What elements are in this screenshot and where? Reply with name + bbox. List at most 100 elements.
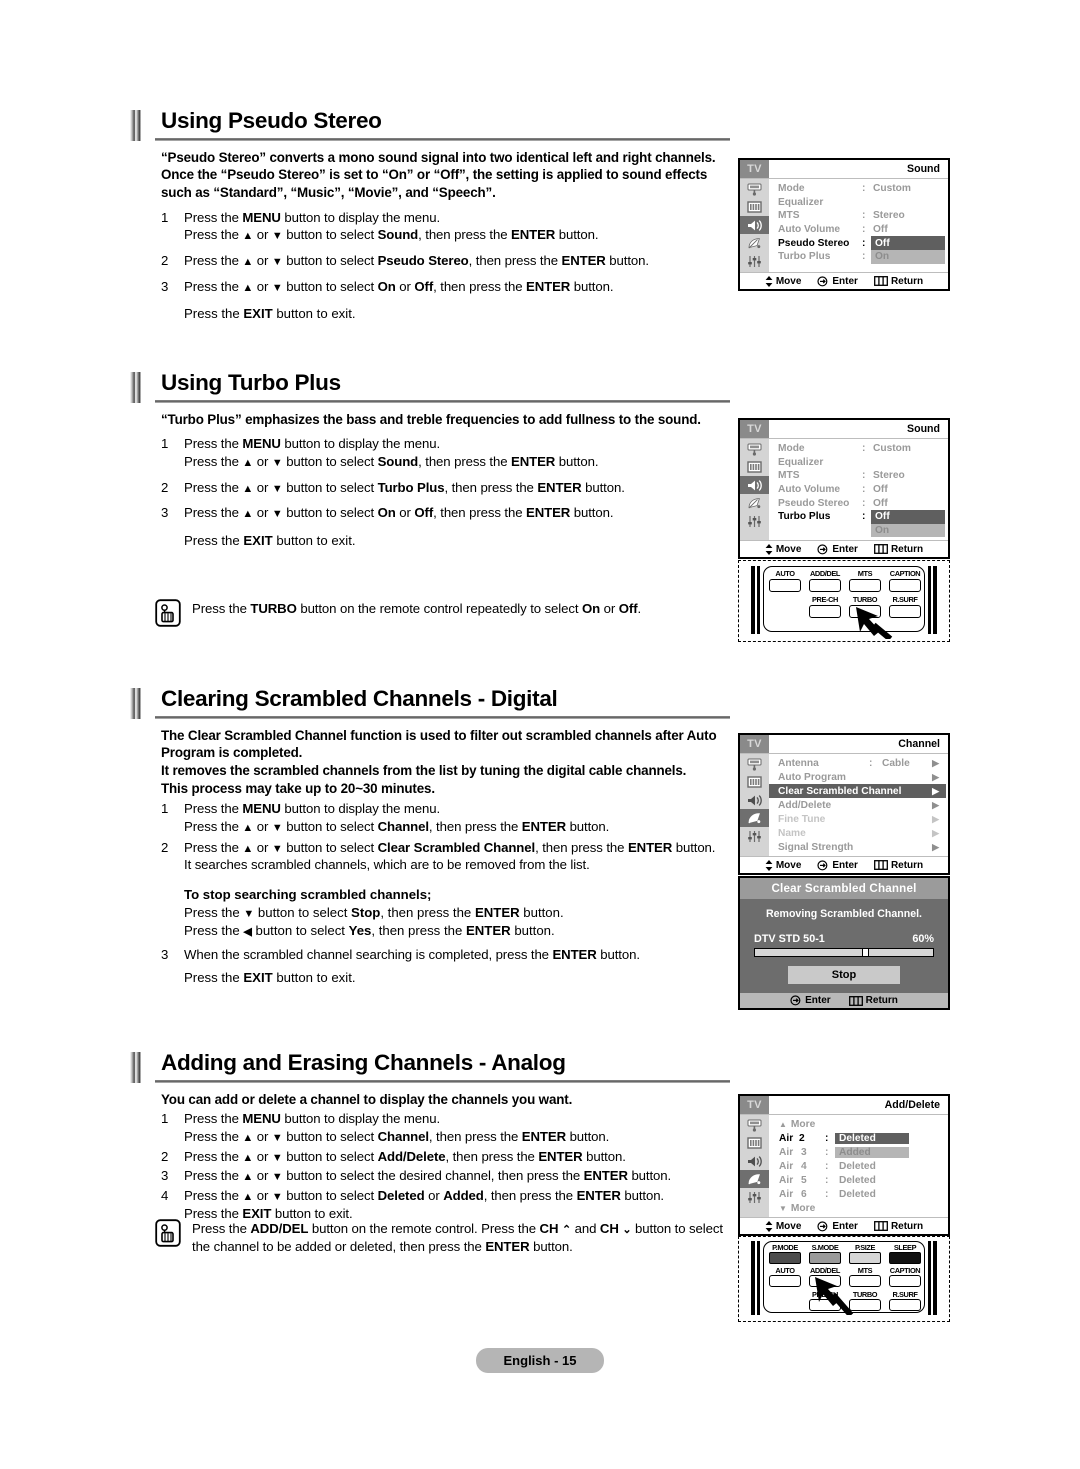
osd-row-label-selected[interactable]: Clear Scrambled Channel: [778, 786, 932, 797]
osd-row-value-option[interactable]: On: [871, 249, 945, 264]
step-text: Press the ▲ or ▼ button to select Turbo …: [184, 479, 625, 495]
osd-row-label-selected[interactable]: Air: [779, 1133, 793, 1144]
remote-button-press-icon: [155, 1219, 181, 1247]
intro-line: It removes the scrambled channels from t…: [161, 762, 687, 778]
osd-row-label[interactable]: MTS: [778, 209, 862, 223]
osd-row-label[interactable]: Mode: [778, 182, 862, 196]
picture-icon[interactable]: [740, 198, 769, 216]
step-item: 2 Press the ▲ or ▼ button to select Add/…: [161, 1148, 730, 1166]
step-item: 1 Press the MENU button to display the m…: [161, 209, 730, 244]
osd-row-label-selected[interactable]: Pseudo Stereo: [778, 236, 862, 250]
osd-row-label[interactable]: Auto Volume: [778, 483, 862, 497]
remote-key-p-size[interactable]: [849, 1252, 881, 1264]
osd-title: Sound: [907, 163, 940, 175]
osd-body: ▲ More Air 2 : Deleted Air 3 : Added Air…: [740, 1115, 948, 1217]
osd-row-label[interactable]: Air: [779, 1175, 793, 1186]
scroll-up-icon[interactable]: ▲: [779, 1120, 787, 1129]
remote-key-mts[interactable]: [849, 579, 881, 592]
input-icon[interactable]: [740, 440, 769, 458]
step-number: 1: [161, 1111, 169, 1127]
channel-dish-icon[interactable]: [740, 494, 769, 512]
setup-sliders-icon[interactable]: [740, 252, 769, 270]
input-icon[interactable]: [740, 755, 769, 773]
osd-row-colon: :: [862, 237, 866, 249]
osd-row-label[interactable]: Equalizer: [778, 196, 862, 210]
osd-row-colon: [862, 456, 871, 470]
osd-row-label[interactable]: Auto Volume: [778, 223, 862, 237]
remote-key-s-mode[interactable]: [809, 1252, 841, 1264]
step-number: 3: [161, 505, 169, 521]
chevron-right-icon: ▶: [932, 757, 939, 768]
osd-row-colon: :: [869, 757, 873, 769]
remote-key-sleep[interactable]: [889, 1252, 921, 1264]
osd-row-label[interactable]: Auto Program: [778, 772, 846, 783]
osd-row-label[interactable]: Equalizer: [778, 456, 862, 470]
input-icon[interactable]: [740, 1116, 769, 1134]
osd-menu-list: ▲ More Air 2 : Deleted Air 3 : Added Air…: [769, 1115, 948, 1217]
dialog-body: Removing Scrambled Channel. DTV STD 50-1…: [740, 899, 948, 993]
osd-row-label: [778, 524, 862, 538]
osd-row-label[interactable]: MTS: [778, 469, 862, 483]
enter-icon: [817, 275, 828, 286]
osd-row-label[interactable]: Air: [779, 1147, 793, 1158]
osd-row-value: Custom: [873, 443, 911, 455]
osd-row-label[interactable]: Signal Strength: [778, 842, 853, 853]
sound-icon[interactable]: [740, 476, 769, 494]
step-number: 3: [161, 1168, 169, 1184]
section-add-erase-channels: Adding and Erasing Channels - Analog You…: [130, 1050, 730, 1223]
picture-icon[interactable]: [740, 1134, 769, 1152]
osd-row-label[interactable]: Add/Delete: [778, 800, 831, 811]
remote-key-p-mode[interactable]: [769, 1252, 801, 1264]
stop-button[interactable]: Stop: [788, 966, 900, 984]
osd-row-label-disabled: Fine Tune: [778, 813, 826, 825]
osd-row-value-option[interactable]: On: [871, 523, 945, 538]
chevron-right-icon: ▶: [932, 785, 939, 796]
enter-icon: [790, 995, 801, 1006]
sound-icon[interactable]: [740, 791, 769, 809]
setup-sliders-icon[interactable]: [740, 512, 769, 530]
sound-icon[interactable]: [740, 216, 769, 234]
remote-key-r-surf[interactable]: [889, 1299, 921, 1311]
picture-icon[interactable]: [740, 773, 769, 791]
remote-key-caption[interactable]: [889, 1275, 921, 1287]
osd-row-label[interactable]: Mode: [778, 442, 862, 456]
remote-key-caption[interactable]: [889, 579, 921, 592]
osd-row-label[interactable]: Air: [779, 1189, 793, 1200]
menu-bars-icon: [873, 1221, 888, 1231]
heading-accent-bar: [130, 110, 141, 141]
step-number: 3: [161, 278, 169, 294]
setup-sliders-icon[interactable]: [740, 827, 769, 845]
channel-dish-icon[interactable]: [740, 809, 769, 827]
osd-return-hint: Return: [873, 1221, 923, 1232]
section-title: Adding and Erasing Channels - Analog: [161, 1050, 566, 1075]
osd-row-label-selected[interactable]: Turbo Plus: [778, 510, 862, 524]
scroll-down-icon[interactable]: ▼: [779, 1204, 787, 1213]
intro-line: Program is completed.: [161, 745, 303, 761]
osd-row-label[interactable]: Turbo Plus: [778, 250, 862, 264]
picture-icon[interactable]: [740, 458, 769, 476]
step-text: Press the ▲ or ▼ button to select Pseudo…: [184, 252, 649, 268]
osd-return-hint: Return: [873, 544, 923, 555]
dialog-enter-hint: Enter: [790, 995, 831, 1006]
osd-row-label[interactable]: Air: [779, 1161, 793, 1172]
section-heading: Adding and Erasing Channels - Analog: [130, 1050, 730, 1083]
progress-bar[interactable]: [754, 947, 934, 957]
remote-key-auto-prog[interactable]: [769, 579, 801, 592]
remote-key-auto-prog[interactable]: [769, 1275, 801, 1287]
channel-dish-icon[interactable]: [740, 234, 769, 252]
osd-row-label[interactable]: Antenna: [778, 758, 819, 769]
osd-row-value-highlighted[interactable]: Off: [871, 509, 945, 524]
osd-row-value-option[interactable]: Added: [835, 1146, 909, 1158]
osd-row-value-highlighted[interactable]: Deleted: [835, 1132, 909, 1144]
osd-row-label[interactable]: Pseudo Stereo: [778, 496, 862, 510]
setup-sliders-icon[interactable]: [740, 1188, 769, 1206]
osd-row-value-highlighted[interactable]: Off: [871, 236, 945, 250]
input-icon[interactable]: [740, 180, 769, 198]
remote-key-add-del[interactable]: [809, 579, 841, 592]
sound-icon[interactable]: [740, 1152, 769, 1170]
channel-dish-icon[interactable]: [740, 1170, 769, 1188]
progress-bar-knob[interactable]: [861, 947, 869, 957]
remote-key-pre-ch[interactable]: [809, 605, 841, 618]
step-item: 2 Press the ▲ or ▼ button to select Clea…: [161, 839, 730, 874]
dialog-title: Clear Scrambled Channel: [740, 878, 948, 899]
